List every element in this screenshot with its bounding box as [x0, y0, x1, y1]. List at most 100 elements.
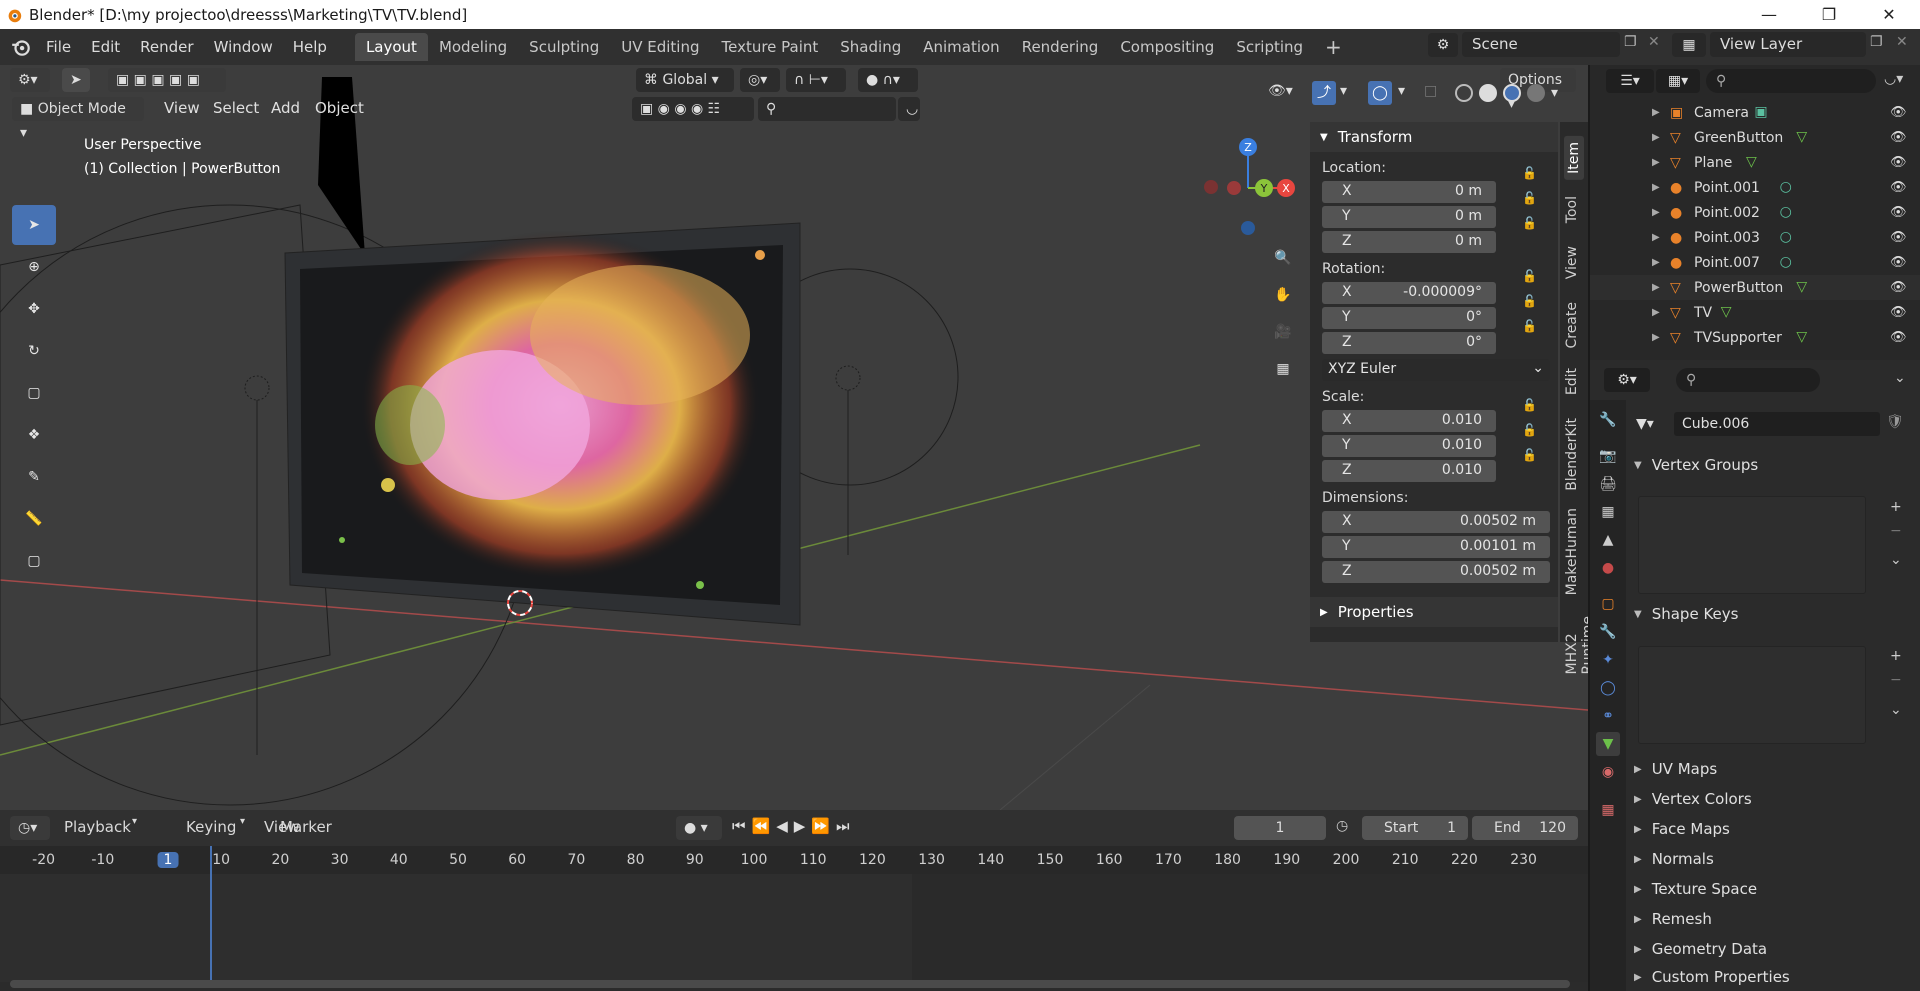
mesh-data-icon[interactable]: ▽ [1721, 304, 1739, 322]
fake-user-icon[interactable]: 🛡 [1886, 414, 1904, 430]
view-layer-browse-icon[interactable]: ▦ [1672, 33, 1706, 57]
view-layer-selector[interactable]: View Layer [1710, 32, 1866, 57]
scene-browse-icon[interactable]: ⚙ [1428, 33, 1458, 57]
tab-animation[interactable]: Animation [912, 33, 1010, 61]
shading-mode-icons[interactable]: ▾ [1455, 80, 1571, 106]
menu-window[interactable]: Window [204, 33, 283, 61]
jump-end-icon[interactable]: ⏭ [836, 817, 856, 835]
dimensions-x-field[interactable]: X 0.00502 m [1322, 511, 1550, 533]
outliner-row-tv[interactable]: ▶ ▽ TV ▽ 👁 [1590, 300, 1920, 325]
selection-mode-icons[interactable]: ▣ ▣ ▣ ▣ ▣ [108, 68, 226, 92]
light-data-icon[interactable]: ○ [1780, 254, 1798, 272]
gizmo-toggle-icon[interactable]: ⤴ [1312, 81, 1336, 105]
outliner-editor-type-icon[interactable]: ☰▾ [1606, 69, 1654, 93]
expand-arrow-icon[interactable]: ▶ [1652, 107, 1660, 118]
solid-shading-icon[interactable] [1479, 84, 1497, 102]
outliner-row-powerbutton[interactable]: ▶ ▽ PowerButton ▽ 👁 [1590, 275, 1920, 300]
playhead-line[interactable] [210, 846, 212, 982]
physics-properties-icon[interactable]: ◯ [1596, 676, 1620, 700]
tab-tool[interactable]: Tool [1564, 196, 1580, 223]
viewport-search-icon[interactable]: ⚲ [758, 97, 896, 121]
overlay-toggle-icon[interactable]: ◯ [1368, 81, 1392, 105]
mesh-data-icon[interactable]: ▽ [1796, 279, 1814, 297]
output-properties-icon[interactable]: 🖨 [1596, 472, 1620, 496]
scale-y-field[interactable]: Y 0.010 [1322, 435, 1496, 457]
mesh-browse-icon[interactable]: ▼▾ [1636, 412, 1664, 436]
menu-view[interactable]: View [164, 99, 200, 117]
properties-editor-type-icon[interactable]: ⚙▾ [1604, 368, 1650, 392]
outliner-row-point-002[interactable]: ▶ ● Point.002 ○ 👁 [1590, 200, 1920, 225]
timeline-editor[interactable]: ◷▾ Playback ▾ Keying ▾ View Marker ● ▾ ⏮… [0, 810, 1588, 991]
rotation-x-field[interactable]: X -0.000009° [1322, 282, 1496, 304]
tab-rendering[interactable]: Rendering [1011, 33, 1110, 61]
expand-arrow-icon[interactable]: ▶ [1652, 257, 1660, 268]
playback-controls[interactable]: ⏮⏪◀▶⏩⏭ [732, 817, 856, 835]
expand-arrow-icon[interactable]: ▶ [1652, 307, 1660, 318]
rendered-shading-icon[interactable] [1527, 84, 1545, 102]
mesh-data-properties-icon[interactable]: ▼ [1596, 732, 1620, 756]
shape-keys-panel-header[interactable]: ▼ Shape Keys [1634, 601, 1914, 627]
zoom-icon[interactable]: 🔍 [1266, 241, 1300, 275]
transform-orientation-dropdown[interactable]: ⌘ Global ▾ [636, 68, 734, 92]
maximize-icon[interactable]: ❐ [1800, 0, 1858, 29]
light-data-icon[interactable]: ○ [1780, 179, 1798, 197]
mesh-data-icon[interactable]: ▽ [1796, 129, 1814, 147]
visibility-eye-icon[interactable]: 👁 [1890, 230, 1907, 245]
play-reverse-icon[interactable]: ◀ [776, 817, 794, 835]
vertex-groups-list[interactable] [1638, 496, 1866, 594]
outliner-row-tvsupporter[interactable]: ▶ ▽ TVSupporter ▽ 👁 [1590, 325, 1920, 350]
menu-playback[interactable]: Playback [64, 818, 131, 836]
visibility-toggle-icon[interactable]: 👁▾ [1268, 83, 1293, 99]
visibility-eye-icon[interactable]: 👁 [1890, 280, 1907, 295]
current-frame-field[interactable]: 1 [1234, 816, 1326, 840]
scene-properties-icon[interactable]: ▲ [1596, 528, 1620, 552]
select-tool-icon[interactable]: ➤ [62, 68, 90, 92]
properties-options-icon[interactable]: ⌄ [1894, 370, 1906, 386]
visibility-eye-icon[interactable]: 👁 [1890, 205, 1907, 220]
tab-sculpting[interactable]: Sculpting [518, 33, 610, 61]
select-box-tool-icon[interactable]: ➤ [12, 205, 56, 245]
texture-properties-icon[interactable]: ▦ [1596, 798, 1620, 822]
mesh-name-field[interactable]: Cube.006 [1674, 412, 1880, 436]
outliner-row-point-003[interactable]: ▶ ● Point.003 ○ 👁 [1590, 225, 1920, 250]
location-y-field[interactable]: Y0 m [1322, 206, 1496, 228]
visibility-eye-icon[interactable]: 👁 [1890, 130, 1907, 145]
menu-select[interactable]: Select [213, 99, 259, 117]
tab-view[interactable]: View [1564, 246, 1580, 279]
lock-rotation-y-icon[interactable]: 🔓 [1522, 294, 1537, 308]
new-scene-icon[interactable]: ❐ [1624, 34, 1637, 50]
mesh-data-icon[interactable]: ▽ [1796, 329, 1814, 347]
tab-uv-editing[interactable]: UV Editing [610, 33, 710, 61]
tab-texture-paint[interactable]: Texture Paint [710, 33, 829, 61]
custom-properties-panel-header[interactable]: ▶ Custom Properties [1634, 964, 1914, 990]
lock-location-y-icon[interactable]: 🔓 [1522, 191, 1537, 205]
timeline-editor-type-icon[interactable]: ◷▾ [10, 816, 50, 840]
world-properties-icon[interactable]: ● [1596, 556, 1620, 580]
mesh-data-icon[interactable]: ▽ [1746, 154, 1764, 172]
transform-panel-header[interactable]: ▼ Transform [1310, 122, 1558, 152]
frame-ruler[interactable]: -30-20-101102030405060708090100110120130… [0, 846, 1588, 874]
remove-scene-icon[interactable]: ✕ [1648, 34, 1660, 50]
remove-vertex-group-icon[interactable]: − [1890, 523, 1902, 539]
start-frame-field[interactable]: Start 1 [1362, 816, 1468, 840]
add-shape-key-icon[interactable]: + [1890, 648, 1902, 664]
close-icon[interactable]: ✕ [1860, 0, 1918, 29]
tab-compositing[interactable]: Compositing [1109, 33, 1225, 61]
expand-arrow-icon[interactable]: ▶ [1652, 332, 1660, 343]
light-data-icon[interactable]: ○ [1780, 229, 1798, 247]
remove-shape-key-icon[interactable]: − [1890, 672, 1902, 688]
tab-blenderkit[interactable]: BlenderKit [1564, 418, 1580, 491]
lock-scale-y-icon[interactable]: 🔓 [1522, 423, 1537, 437]
remesh-panel-header[interactable]: ▶ Remesh [1634, 906, 1914, 932]
outliner-row-camera[interactable]: ▶ ▣ Camera ▣ 👁 [1590, 100, 1920, 125]
camera-data-icon[interactable]: ▣ [1754, 104, 1772, 122]
rotation-z-field[interactable]: Z 0° [1322, 332, 1496, 354]
outliner-search-input[interactable]: ⚲ [1706, 69, 1876, 93]
menu-keying[interactable]: Keying [186, 818, 236, 836]
tab-create[interactable]: Create [1564, 302, 1580, 349]
pan-hand-icon[interactable]: ✋ [1266, 278, 1300, 312]
end-frame-field[interactable]: End 120 [1472, 816, 1578, 840]
lock-scale-z-icon[interactable]: 🔓 [1522, 448, 1537, 462]
location-z-field[interactable]: Z0 m [1322, 231, 1496, 253]
preview-range-icon[interactable]: ◷ [1336, 818, 1348, 834]
